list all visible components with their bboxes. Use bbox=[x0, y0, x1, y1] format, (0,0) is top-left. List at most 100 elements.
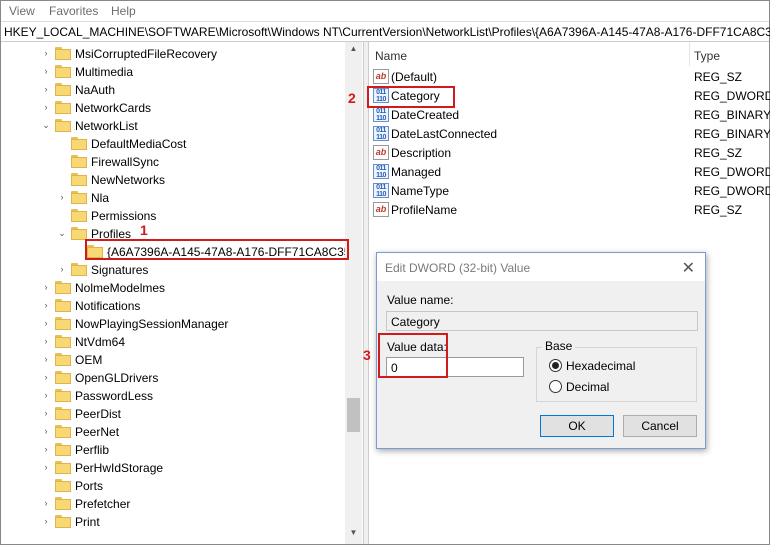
folder-icon bbox=[55, 317, 71, 330]
folder-icon bbox=[55, 281, 71, 294]
chevron-right-icon[interactable]: › bbox=[41, 84, 51, 94]
tree-item-label: PerHwIdStorage bbox=[75, 461, 164, 475]
tree-item[interactable]: Ports bbox=[1, 477, 346, 495]
tree-item[interactable]: › PeerDist bbox=[1, 405, 346, 423]
decimal-label[interactable]: Decimal bbox=[566, 380, 609, 394]
menu-favorites[interactable]: Favorites bbox=[49, 4, 98, 18]
tree-item-label: DefaultMediaCost bbox=[91, 137, 187, 151]
chevron-down-icon[interactable]: ⌄ bbox=[57, 228, 67, 238]
chevron-right-icon[interactable]: › bbox=[41, 336, 51, 346]
chevron-down-icon[interactable]: ⌄ bbox=[41, 120, 51, 130]
chevron-right-icon[interactable]: › bbox=[41, 66, 51, 76]
folder-icon bbox=[55, 371, 71, 384]
tree-item-label: MsiCorruptedFileRecovery bbox=[75, 47, 218, 61]
key-tree: › MsiCorruptedFileRecovery › Multimedia › NaA… bbox=[1, 42, 363, 544]
folder-icon bbox=[55, 65, 71, 78]
tree-item[interactable]: › NtVdm64 bbox=[1, 333, 346, 351]
chevron-right-icon[interactable]: › bbox=[41, 426, 51, 436]
chevron-right-icon[interactable]: › bbox=[41, 102, 51, 112]
tree-item[interactable]: › NowPlayingSessionManager bbox=[1, 315, 346, 333]
value-type: REG_DWORD bbox=[694, 165, 770, 179]
tree-item[interactable]: FirewallSync bbox=[1, 153, 346, 171]
value-row[interactable]: 011 110 Managed REG_DWORD bbox=[369, 162, 770, 181]
chevron-right-icon[interactable]: › bbox=[41, 372, 51, 382]
decimal-radio[interactable] bbox=[549, 380, 562, 393]
tree-item[interactable]: Permissions bbox=[1, 207, 346, 225]
tree-item[interactable]: › Print bbox=[1, 513, 346, 531]
tree-scrollbar[interactable]: ▲ ▼ bbox=[345, 42, 362, 544]
scroll-down-icon[interactable]: ▼ bbox=[345, 528, 362, 542]
chevron-right-icon[interactable]: › bbox=[41, 444, 51, 454]
hexadecimal-radio[interactable] bbox=[549, 359, 562, 372]
column-separator[interactable] bbox=[689, 42, 690, 66]
tree-item[interactable]: › OEM bbox=[1, 351, 346, 369]
folder-icon bbox=[55, 497, 71, 510]
value-row[interactable]: ab ProfileName REG_SZ bbox=[369, 200, 769, 219]
tree-item[interactable]: › Signatures bbox=[1, 261, 346, 279]
tree-item-label: NetworkList bbox=[75, 119, 138, 133]
menu-bar: View Favorites Help bbox=[1, 1, 769, 21]
chevron-right-icon[interactable]: › bbox=[41, 516, 51, 526]
tree-item[interactable]: › Perflib bbox=[1, 441, 346, 459]
tree-item-label: NowPlayingSessionManager bbox=[75, 317, 229, 331]
chevron-right-icon[interactable]: › bbox=[41, 48, 51, 58]
chevron-right-icon[interactable]: › bbox=[41, 498, 51, 508]
folder-icon bbox=[55, 47, 71, 60]
tree-item[interactable]: › NaAuth bbox=[1, 81, 346, 99]
menu-help[interactable]: Help bbox=[111, 4, 136, 18]
address-bar[interactable]: HKEY_LOCAL_MACHINE\SOFTWARE\Microsoft\Wi… bbox=[1, 21, 770, 42]
tree-item[interactable]: › Nla bbox=[1, 189, 346, 207]
value-row[interactable]: 011 110 NameType REG_DWORD bbox=[369, 181, 770, 200]
chevron-right-icon[interactable]: › bbox=[41, 462, 51, 472]
value-row[interactable]: ab Description REG_SZ bbox=[369, 143, 769, 162]
tree-item[interactable]: › PasswordLess bbox=[1, 387, 346, 405]
tree-item[interactable]: DefaultMediaCost bbox=[1, 135, 346, 153]
dialog-title: Edit DWORD (32-bit) Value bbox=[385, 261, 531, 275]
address-path: HKEY_LOCAL_MACHINE\SOFTWARE\Microsoft\Wi… bbox=[4, 25, 770, 39]
tree-item-label: Ports bbox=[75, 479, 104, 493]
tree-item-label: Prefetcher bbox=[75, 497, 131, 511]
tree-item[interactable]: NewNetworks bbox=[1, 171, 346, 189]
tree-item[interactable]: › Notifications bbox=[1, 297, 346, 315]
hexadecimal-label[interactable]: Hexadecimal bbox=[566, 359, 635, 373]
value-name: (Default) bbox=[391, 70, 438, 84]
string-value-icon: ab bbox=[373, 202, 389, 217]
tree-item[interactable]: › NolmeModelmes bbox=[1, 279, 346, 297]
string-value-icon: ab bbox=[373, 145, 389, 160]
chevron-right-icon[interactable]: › bbox=[41, 390, 51, 400]
binary-value-icon: 011 110 bbox=[373, 126, 389, 141]
tree-item[interactable]: › Prefetcher bbox=[1, 495, 346, 513]
folder-icon bbox=[55, 101, 71, 114]
folder-icon bbox=[55, 461, 71, 474]
base-label: Base bbox=[542, 339, 576, 353]
chevron-right-icon[interactable]: › bbox=[57, 264, 67, 274]
scroll-thumb[interactable] bbox=[347, 398, 360, 432]
chevron-right-icon[interactable]: › bbox=[41, 318, 51, 328]
tree-item[interactable]: ⌄ NetworkList bbox=[1, 117, 346, 135]
dialog-titlebar: Edit DWORD (32-bit) Value ✕ bbox=[377, 253, 705, 281]
tree-item[interactable]: › MsiCorruptedFileRecovery bbox=[1, 45, 346, 63]
chevron-right-icon[interactable]: › bbox=[41, 354, 51, 364]
chevron-right-icon[interactable]: › bbox=[41, 282, 51, 292]
value-row[interactable]: ab (Default) REG_SZ bbox=[369, 67, 769, 86]
cancel-button[interactable]: Cancel bbox=[623, 415, 697, 437]
chevron-right-icon[interactable]: › bbox=[41, 300, 51, 310]
value-type: REG_SZ bbox=[694, 203, 743, 217]
tree-item-label: Multimedia bbox=[75, 65, 134, 79]
value-type: REG_DWORD bbox=[694, 184, 770, 198]
column-name-header[interactable]: Name bbox=[375, 49, 407, 63]
value-row[interactable]: 011 110 DateLastConnected REG_BINARY bbox=[369, 124, 770, 143]
tree-item[interactable]: › PerHwIdStorage bbox=[1, 459, 346, 477]
menu-view[interactable]: View bbox=[9, 4, 35, 18]
ok-button[interactable]: OK bbox=[540, 415, 614, 437]
tree-item[interactable]: › NetworkCards bbox=[1, 99, 346, 117]
tree-item[interactable]: › Multimedia bbox=[1, 63, 346, 81]
chevron-right-icon[interactable]: › bbox=[57, 192, 67, 202]
close-icon[interactable]: ✕ bbox=[682, 258, 695, 278]
chevron-right-icon[interactable]: › bbox=[41, 408, 51, 418]
tree-item[interactable]: › PeerNet bbox=[1, 423, 346, 441]
scroll-up-icon[interactable]: ▲ bbox=[345, 44, 362, 58]
column-type-header[interactable]: Type bbox=[694, 49, 720, 63]
tree-item[interactable]: › OpenGLDrivers bbox=[1, 369, 346, 387]
value-name-field: Category bbox=[386, 311, 698, 331]
